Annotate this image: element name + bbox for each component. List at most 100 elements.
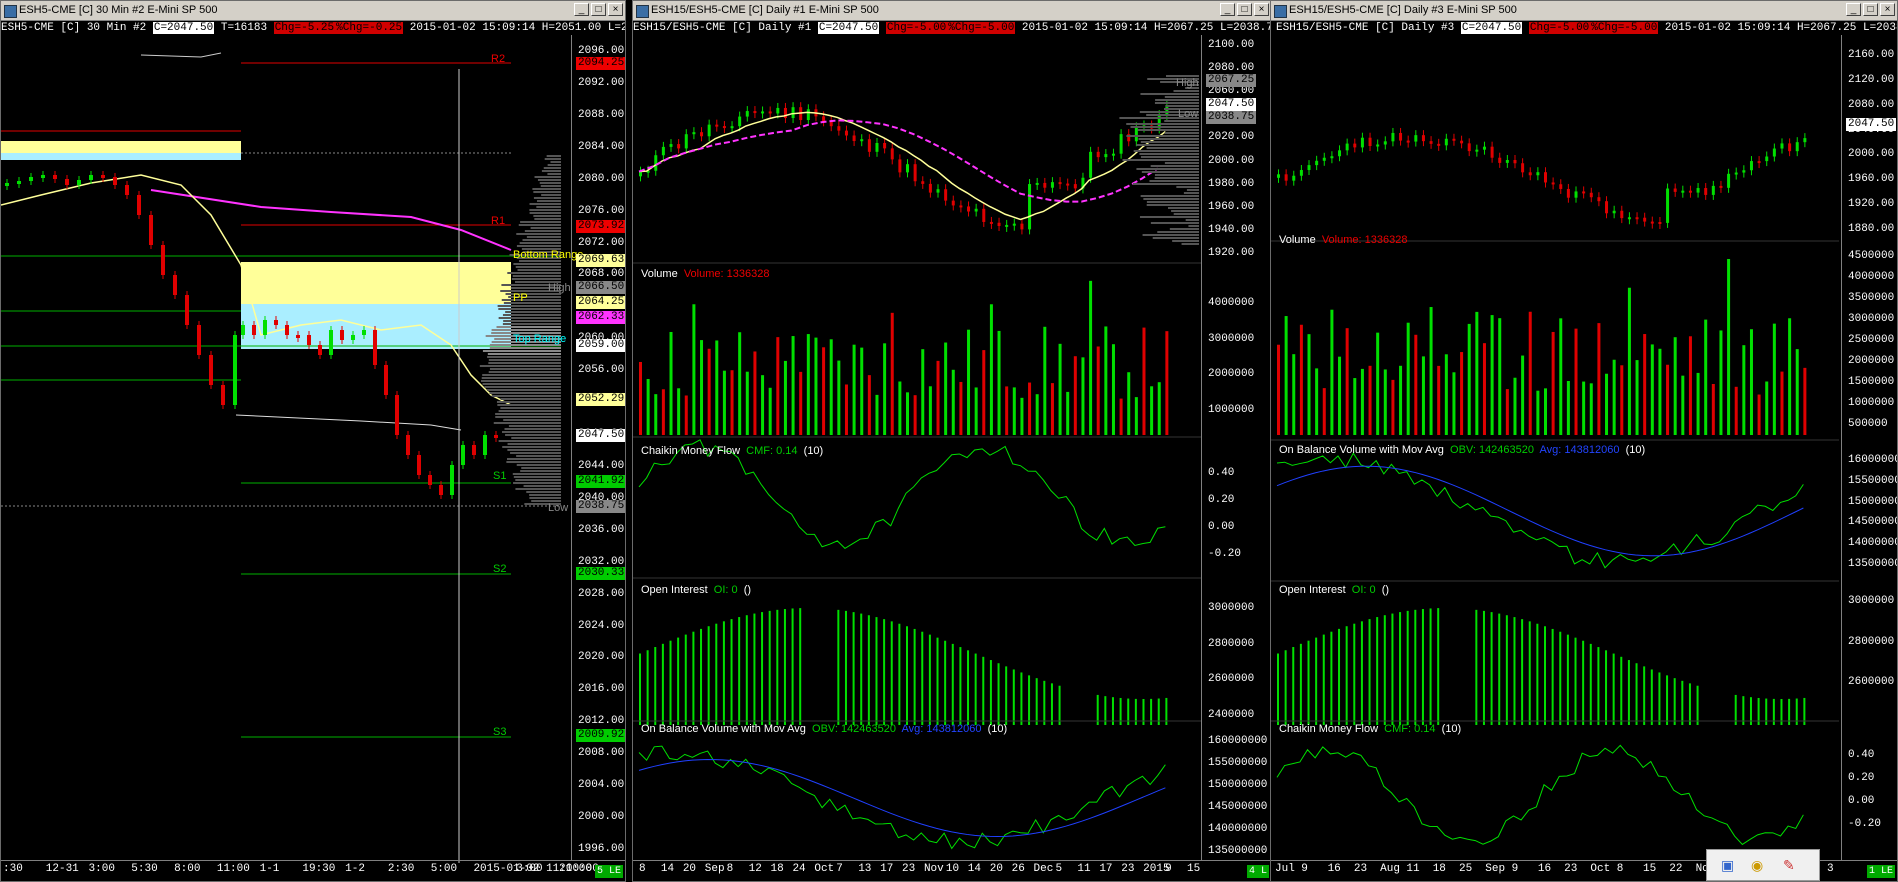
price-axis[interactable]: 2160.002120.002080.002040.002000.001960.…: [1841, 35, 1897, 861]
profile-bar: [1183, 192, 1199, 194]
profile-bar: [541, 194, 561, 196]
candle-body: [753, 111, 757, 114]
candle-body: [700, 132, 704, 137]
volume-bar: [1322, 388, 1326, 435]
price-axis[interactable]: 2096.00 2092.00 2088.00 2084.00 2080.00 2076.…: [571, 35, 625, 861]
close-button[interactable]: ×: [1880, 3, 1895, 16]
candle-body: [989, 221, 993, 224]
volume-bar: [1521, 355, 1525, 435]
volume-bar: [1081, 357, 1085, 435]
pen-tool-icon[interactable]: ✎: [1783, 857, 1795, 874]
profile-bar: [522, 239, 561, 241]
profile-bar: [489, 368, 561, 370]
oi-extra: (): [1381, 584, 1390, 596]
maximize-button[interactable]: □: [1237, 3, 1252, 16]
candle-body: [77, 180, 81, 185]
candle-body: [296, 335, 300, 338]
pp-price-tag: 2062.33: [576, 311, 625, 324]
time-tick-label: 3: [1827, 863, 1834, 875]
axis-label: 1996.00: [578, 843, 625, 855]
profile-bar: [487, 356, 561, 358]
candle-body: [1111, 153, 1115, 156]
volume-value: Volume: 1336328: [1321, 234, 1408, 246]
system-tray-popup[interactable]: ▣ ◉ ✎: [1706, 849, 1820, 881]
minimize-button[interactable]: _: [1220, 3, 1235, 16]
oi-bar: [1299, 643, 1302, 725]
oi-bar: [875, 617, 878, 725]
volume-bar: [1073, 356, 1077, 435]
window-titlebar[interactable]: ESH15/ESH5-CME [C] Daily #3 E-Mini SP 50…: [1271, 1, 1897, 21]
profile-bar: [1164, 132, 1199, 134]
status-badge: 1 LE: [1866, 865, 1895, 878]
chart-window-daily-3[interactable]: ESH15/ESH5-CME [C] Daily #3 E-Mini SP 50…: [1270, 0, 1898, 882]
close-price: C=2047.50: [1460, 22, 1523, 34]
candle-body: [654, 155, 658, 171]
axis-label: 3000000: [1208, 332, 1255, 345]
chart-window-30min[interactable]: ESH5-CME [C] 30 Min #2 E-Mini SP 500 _ □…: [0, 0, 626, 882]
time-axis[interactable]: :30 12-31 3:00 5:30 8:00 11:00 1-1 19:30 1-2 2:30…: [1, 860, 625, 881]
volume-bar: [1536, 390, 1540, 435]
time-axis[interactable]: 8 14 20 Sep 8 12 18 24 Oct 7 13 17 23 Nov 10 14 20 26 Dec 5…: [633, 860, 1271, 881]
volume-bar: [1467, 323, 1471, 435]
axis-label: 145000000: [1848, 516, 1897, 529]
window-titlebar[interactable]: ESH5-CME [C] 30 Min #2 E-Mini SP 500 _ □…: [1, 1, 625, 21]
time-tick-label: 1-2: [345, 863, 365, 875]
profile-bar: [519, 242, 561, 244]
price-candles: [639, 100, 1169, 235]
oi-bar: [1597, 647, 1600, 725]
candle-body: [241, 325, 245, 335]
maximize-button[interactable]: □: [1863, 3, 1878, 16]
candle-body: [1666, 188, 1670, 223]
oi-bar: [1498, 613, 1501, 725]
candle-body: [1482, 146, 1486, 150]
profile-bar: [487, 353, 561, 355]
profile-bar: [1169, 228, 1199, 230]
profile-bar: [1126, 123, 1199, 125]
globe-icon[interactable]: ◉: [1751, 857, 1763, 874]
close-button[interactable]: ×: [608, 3, 623, 16]
window-titlebar[interactable]: ESH15/ESH5-CME [C] Daily #1 E-Mini SP 50…: [633, 1, 1271, 21]
volume-bar: [1452, 372, 1456, 435]
candle-body: [101, 175, 105, 178]
time-tick-label: 20: [682, 863, 697, 875]
candle-body: [1005, 224, 1009, 227]
candle-body: [967, 206, 971, 212]
profile-bar: [516, 464, 561, 466]
oi-bar: [1020, 672, 1023, 725]
minimize-button[interactable]: _: [574, 3, 589, 16]
datetime-label: 2015-01-02 15:09:14: [409, 22, 536, 34]
time-tick-label: 8: [726, 863, 734, 875]
chart-window-daily-1[interactable]: ESH15/ESH5-CME [C] Daily #1 E-Mini SP 50…: [632, 0, 1272, 882]
candle-body: [373, 330, 377, 365]
candle-body: [1338, 150, 1342, 157]
window-icon[interactable]: ▣: [1721, 857, 1734, 874]
axis-label: 2160.00: [1848, 49, 1895, 61]
minimize-button[interactable]: _: [1846, 3, 1861, 16]
profile-bar: [1185, 219, 1199, 221]
maximize-button[interactable]: □: [591, 3, 606, 16]
close-price: C=2047.50: [152, 22, 215, 34]
candle-body: [1012, 223, 1016, 226]
oi-bar: [1513, 617, 1516, 725]
price-chart-30min[interactable]: [1, 35, 571, 863]
axis-label: 1880.00: [1848, 223, 1895, 235]
profile-bar: [495, 413, 561, 415]
candle-body: [1299, 170, 1303, 176]
candle-body: [1788, 143, 1792, 152]
oi-bar: [1574, 637, 1577, 725]
high-price-tag: 2067.25: [1206, 74, 1257, 87]
candle-body: [483, 435, 487, 455]
volume-bar: [852, 344, 856, 435]
candle-body: [197, 325, 201, 355]
candle-body: [1780, 143, 1784, 149]
price-axis[interactable]: 2100.002080.002060.002040.002020.002000.…: [1201, 35, 1271, 861]
axis-label: 2800000: [1208, 637, 1255, 650]
oi-bar: [944, 640, 947, 725]
time-tick-label: 23: [1564, 863, 1578, 875]
close-button[interactable]: ×: [1254, 3, 1269, 16]
time-tick-label: 16: [1537, 863, 1552, 875]
candle-body: [852, 135, 856, 142]
candle-body: [428, 475, 432, 485]
volume-bar: [875, 394, 879, 435]
oi-bar: [1383, 615, 1386, 725]
